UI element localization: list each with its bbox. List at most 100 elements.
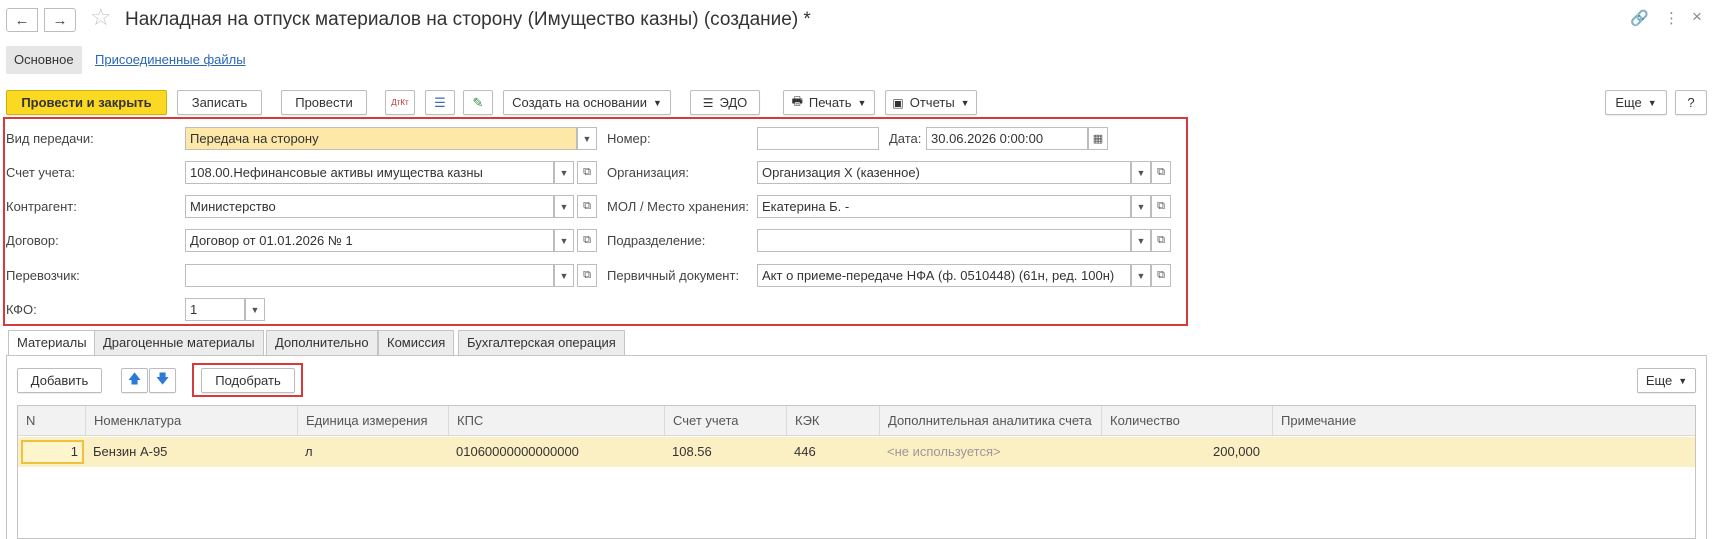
column-header-unit[interactable]: Единица измерения [297, 406, 448, 436]
column-header-account[interactable]: Счет учета [664, 406, 786, 436]
kek-cell[interactable]: 446 [786, 437, 816, 467]
open-icon[interactable]: ⧉ [1151, 195, 1171, 218]
chevron-down-icon: ▼ [652, 97, 662, 108]
move-down-icon[interactable]: 🡇 [149, 368, 176, 393]
column-header-nomenclature[interactable]: Номенклатура [85, 406, 297, 436]
account-cell[interactable]: 108.56 [664, 437, 712, 467]
more-button[interactable]: Еще ▼ [1605, 90, 1667, 115]
table-header: N Номенклатура Единица измерения КПС Сче… [18, 406, 1695, 436]
chevron-down-icon: ▼ [1647, 97, 1657, 108]
save-button[interactable]: Записать [177, 90, 262, 115]
chevron-down-icon: ▼ [960, 97, 970, 108]
add-button[interactable]: Добавить [17, 368, 102, 393]
arrow-left-icon: ← [14, 11, 30, 29]
column-header-kek[interactable]: КЭК [786, 406, 879, 436]
create-based-on-button[interactable]: Создать на основании ▼ [503, 90, 671, 115]
chevron-down-icon[interactable]: ▼ [554, 195, 574, 218]
column-header-quantity[interactable]: Количество [1101, 406, 1272, 436]
open-icon[interactable]: ⧉ [1151, 264, 1171, 287]
note-cell[interactable] [1272, 437, 1280, 467]
nomenclature-cell[interactable]: Бензин А-95 [85, 437, 167, 467]
materials-table: N Номенклатура Единица измерения КПС Сче… [17, 405, 1696, 539]
number-label: Номер: [607, 131, 651, 146]
section-attached-files[interactable]: Присоединенные файлы [87, 46, 254, 74]
printer-icon: 🖶 [791, 94, 803, 108]
contract-field[interactable]: Договор от 01.01.2026 № 1 [185, 229, 554, 252]
move-up-icon[interactable]: 🡅 [121, 368, 148, 393]
tab-accounting-operation[interactable]: Бухгалтерская операция [458, 330, 625, 355]
post-button[interactable]: Провести [281, 90, 367, 115]
chevron-down-icon[interactable]: ▼ [554, 264, 574, 287]
print-label: Печать [808, 95, 852, 110]
date-label: Дата: [889, 131, 922, 146]
carrier-field[interactable] [185, 264, 554, 287]
primary-document-field[interactable]: Акт о приеме-передаче НФА (ф. 0510448) (… [757, 264, 1131, 287]
number-field[interactable] [757, 127, 879, 150]
page-title: Накладная на отпуск материалов на сторон… [125, 9, 811, 30]
close-icon[interactable]: × [1692, 7, 1702, 27]
more-label: Еще [1615, 95, 1642, 110]
table-row[interactable]: 1 Бензин А-95 л 01060000000000000 108.56… [18, 437, 1695, 467]
help-button[interactable]: ? [1675, 90, 1707, 115]
section-main[interactable]: Основное [6, 46, 82, 74]
tab-commission[interactable]: Комиссия [378, 330, 455, 355]
open-icon[interactable]: ⧉ [577, 229, 597, 252]
post-and-close-button[interactable]: Провести и закрыть [6, 90, 167, 115]
kps-cell[interactable]: 01060000000000000 [448, 437, 579, 467]
department-label: Подразделение: [607, 233, 706, 248]
dt-kt-icon[interactable]: ДтКт [385, 90, 415, 115]
column-header-kps[interactable]: КПС [448, 406, 664, 436]
sign-icon[interactable]: ✎ [463, 90, 493, 115]
link-icon[interactable]: 🔗 [1630, 9, 1649, 27]
open-icon[interactable]: ⧉ [1151, 161, 1171, 184]
tab-precious-materials[interactable]: Драгоценные материалы [94, 330, 264, 355]
more-menu-icon[interactable]: ⋮ [1664, 9, 1679, 27]
chevron-down-icon[interactable]: ▼ [577, 127, 597, 150]
account-field[interactable]: 108.00.Нефинансовые активы имущества каз… [185, 161, 554, 184]
chevron-down-icon[interactable]: ▼ [1131, 264, 1151, 287]
counterparty-field[interactable]: Министерство [185, 195, 554, 218]
row-number-cell[interactable]: 1 [21, 440, 84, 464]
back-button[interactable]: ← [6, 8, 38, 32]
chevron-down-icon[interactable]: ▼ [245, 298, 265, 321]
department-field[interactable] [757, 229, 1131, 252]
favorite-star-icon[interactable]: ☆ [90, 6, 112, 30]
analytics-cell[interactable]: <не используется> [879, 437, 1001, 467]
kfo-field[interactable]: 1 [185, 298, 245, 321]
edo-icon: ☰ [702, 95, 714, 110]
calendar-icon[interactable]: ▦ [1088, 127, 1108, 150]
carrier-label: Перевозчик: [6, 268, 80, 283]
chevron-down-icon[interactable]: ▼ [1131, 229, 1151, 252]
table-more-button[interactable]: Еще ▼ [1637, 368, 1696, 393]
chevron-down-icon[interactable]: ▼ [554, 161, 574, 184]
counterparty-label: Контрагент: [6, 199, 77, 214]
tab-additional[interactable]: Дополнительно [266, 330, 378, 355]
chevron-down-icon[interactable]: ▼ [1131, 195, 1151, 218]
tab-materials[interactable]: Материалы [8, 330, 96, 356]
arrow-right-icon: → [52, 11, 68, 29]
open-icon[interactable]: ⧉ [1151, 229, 1171, 252]
edo-button[interactable]: ☰ ЭДО [690, 90, 760, 115]
chevron-down-icon[interactable]: ▼ [554, 229, 574, 252]
date-field[interactable]: 30.06.2026 0:00:00 [926, 127, 1088, 150]
open-icon[interactable]: ⧉ [577, 264, 597, 287]
pick-button[interactable]: Подобрать [201, 368, 295, 393]
kfo-label: КФО: [6, 302, 37, 317]
open-icon[interactable]: ⧉ [577, 161, 597, 184]
print-button[interactable]: 🖶 Печать ▼ [783, 90, 875, 115]
unit-cell[interactable]: л [297, 437, 313, 467]
create-based-on-label: Создать на основании [512, 95, 647, 110]
organization-field[interactable]: Организация Х (казенное) [757, 161, 1131, 184]
chevron-down-icon[interactable]: ▼ [1131, 161, 1151, 184]
report-icon[interactable]: ☰ [425, 90, 455, 115]
open-icon[interactable]: ⧉ [577, 195, 597, 218]
forward-button[interactable]: → [44, 8, 76, 32]
quantity-cell[interactable]: 200,000 [1101, 437, 1266, 467]
mol-field[interactable]: Екатерина Б. - [757, 195, 1131, 218]
column-header-note[interactable]: Примечание [1272, 406, 1697, 436]
column-header-n[interactable]: N [18, 406, 85, 436]
transfer-type-field[interactable]: Передача на сторону [185, 127, 577, 150]
reports-button[interactable]: ▣ Отчеты ▼ [885, 90, 977, 115]
column-header-analytics[interactable]: Дополнительная аналитика счета [879, 406, 1101, 436]
chevron-down-icon: ▼ [1678, 375, 1688, 386]
